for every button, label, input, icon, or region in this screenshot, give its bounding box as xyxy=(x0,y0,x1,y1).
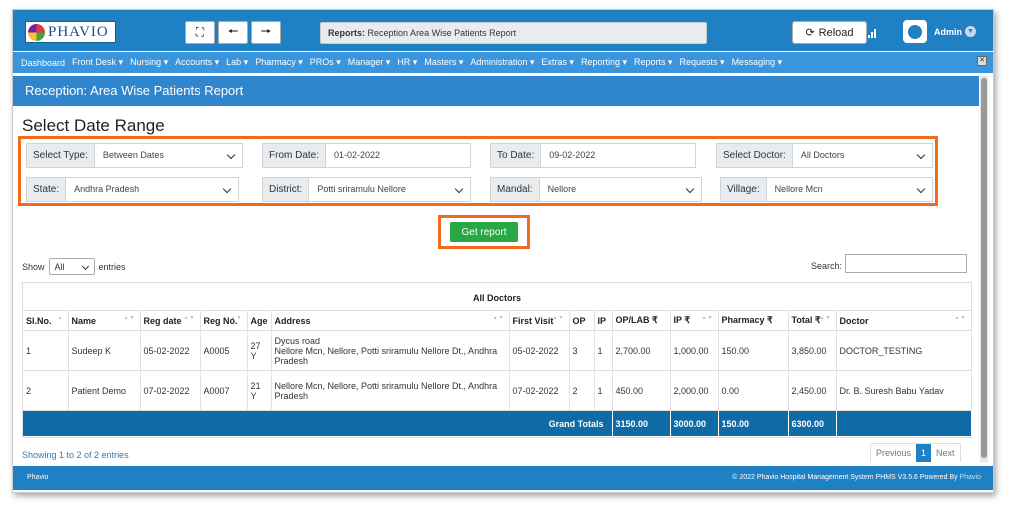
close-icon[interactable]: ✕ xyxy=(977,56,987,66)
col-ip[interactable]: IP xyxy=(594,311,613,331)
col-doctor[interactable]: Doctor ▲▼ xyxy=(836,311,972,331)
grand-totals-row: Grand Totals 3150.00 3000.00 150.00 6300… xyxy=(23,410,972,437)
village-group: Village: Nellore Mcn xyxy=(720,177,933,202)
logo-icon xyxy=(28,23,45,41)
refresh-icon: ⟳ xyxy=(805,27,815,39)
expand-icon: ⛶ xyxy=(195,25,205,39)
footer: Phavio © 2022 Phavio Hospital Management… xyxy=(13,466,993,490)
chevron-down-icon[interactable]: ▼ xyxy=(965,26,976,37)
menu-nursing[interactable]: Nursing ▾ xyxy=(130,57,168,68)
get-report-highlight: Get report xyxy=(438,215,530,249)
menu-messaging[interactable]: Messaging ▾ xyxy=(732,57,783,68)
report-table: All Doctors Sl.No. ▲ Name ▲▼ Reg date ▲▼ Re… xyxy=(22,282,972,438)
main-content: Select Date Range Select Type: Between Da… xyxy=(13,106,979,462)
col-total[interactable]: Total ₹ ▲▼ xyxy=(788,311,837,331)
entries-info: Showing 1 to 2 of 2 entries xyxy=(22,450,129,460)
col-address[interactable]: Address ▲▼ xyxy=(271,311,510,331)
page-1-button[interactable]: 1 xyxy=(916,444,932,462)
section-title: Select Date Range xyxy=(22,116,165,135)
phavio-logo[interactable]: PHAVIO xyxy=(25,21,116,43)
fullscreen-button[interactable]: ⛶ xyxy=(185,21,215,44)
filter-panel: Select Type: Between Dates From Date: 01-0… xyxy=(18,136,938,206)
state-group: State: Andhra Pradesh xyxy=(26,177,239,202)
table-row: 1 Sudeep K 05-02-2022 A0005 27 Y Dycus r… xyxy=(23,330,972,371)
avatar[interactable] xyxy=(903,20,927,43)
select-type-group: Select Type: Between Dates xyxy=(26,143,243,168)
table-header-row: Sl.No. ▲ Name ▲▼ Reg date ▲▼ Reg No. ▲▼ Age … xyxy=(23,311,972,331)
mandal-dropdown[interactable]: Nellore xyxy=(538,177,702,202)
menu-masters[interactable]: Masters ▾ xyxy=(424,57,463,68)
village-dropdown[interactable]: Nellore Mcn xyxy=(765,177,933,202)
menu-reports[interactable]: Reports ▾ xyxy=(634,57,673,68)
search-input[interactable] xyxy=(845,254,967,273)
table-caption: All Doctors xyxy=(23,283,971,311)
to-date-field[interactable]: 09-02-2022 xyxy=(540,143,696,168)
from-date-group: From Date: 01-02-2022 xyxy=(262,143,471,168)
table-row: 2 Patient Demo 07-02-2022 A0007 21 Y Nel… xyxy=(23,370,972,411)
col-reg-date[interactable]: Reg date ▲▼ xyxy=(140,311,201,331)
col-ip-amount[interactable]: IP ₹ ▲▼ xyxy=(670,311,719,331)
menu-administration[interactable]: Administration ▾ xyxy=(470,57,534,68)
col-op-lab[interactable]: OP/LAB ₹ xyxy=(612,311,671,331)
page-title: Reception: Area Wise Patients Report xyxy=(13,76,979,106)
menu-accounts[interactable]: Accounts ▾ xyxy=(175,57,219,68)
back-button[interactable]: 🠔 xyxy=(218,21,248,44)
pagination: Previous 1 Next xyxy=(870,443,961,462)
col-slno[interactable]: Sl.No. ▲ xyxy=(23,311,69,331)
footer-copyright: © 2022 Phavio Hospital Management System… xyxy=(732,474,981,481)
entries-dropdown[interactable]: All xyxy=(48,258,95,275)
search-label: Search: xyxy=(811,261,843,271)
col-name[interactable]: Name ▲▼ xyxy=(68,311,141,331)
footer-powered-link[interactable]: Phavio xyxy=(960,474,981,481)
menu-reporting[interactable]: Reporting ▾ xyxy=(581,57,627,68)
mandal-group: Mandal: Nellore xyxy=(490,177,702,202)
menu-dashboard[interactable]: Dashboard xyxy=(21,58,65,68)
col-pharmacy[interactable]: Pharmacy ₹ xyxy=(718,311,789,331)
entries-control: Show All entries xyxy=(22,258,126,275)
menu-hr[interactable]: HR ▾ xyxy=(397,57,417,68)
signal-icon xyxy=(868,26,882,38)
district-dropdown[interactable]: Potti sriramulu Nellore xyxy=(308,177,471,202)
get-report-button[interactable]: Get report xyxy=(450,222,518,242)
menu-requests[interactable]: Requests ▾ xyxy=(680,57,725,68)
reload-button[interactable]: ⟳ Reload xyxy=(792,21,867,44)
district-group: District: Potti sriramulu Nellore xyxy=(262,177,471,202)
doctor-group: Select Doctor: All Doctors xyxy=(716,143,933,168)
select-type-dropdown[interactable]: Between Dates xyxy=(93,143,243,168)
main-menu: Dashboard Front Desk ▾ Nursing ▾ Account… xyxy=(13,52,993,73)
user-icon xyxy=(908,24,922,39)
arrow-left-icon: 🠔 xyxy=(227,24,239,38)
from-date-field[interactable]: 01-02-2022 xyxy=(325,143,471,168)
doctor-dropdown[interactable]: All Doctors xyxy=(791,143,933,168)
logo-text: PHAVIO xyxy=(48,23,109,40)
user-name[interactable]: Admin xyxy=(934,27,962,37)
col-reg-no[interactable]: Reg No. ▲▼ xyxy=(200,311,248,331)
menu-manager[interactable]: Manager ▾ xyxy=(348,57,391,68)
scrollbar[interactable] xyxy=(980,76,988,462)
menu-extras[interactable]: Extras ▾ xyxy=(541,57,574,68)
state-dropdown[interactable]: Andhra Pradesh xyxy=(65,177,239,202)
forward-button[interactable]: 🠖 xyxy=(251,21,281,44)
footer-brand: Phavio xyxy=(27,474,49,481)
col-age[interactable]: Age xyxy=(247,311,272,331)
next-page-button[interactable]: Next xyxy=(931,444,960,462)
menu-lab[interactable]: Lab ▾ xyxy=(226,57,248,68)
menu-pharmacy[interactable]: Pharmacy ▾ xyxy=(255,57,303,68)
previous-page-button[interactable]: Previous xyxy=(871,444,916,462)
to-date-group: To Date: 09-02-2022 xyxy=(490,143,696,168)
col-first-visit[interactable]: First Visit ▲▼ xyxy=(509,311,570,331)
menu-front-desk[interactable]: Front Desk ▾ xyxy=(72,57,123,68)
app-window: PHAVIO ⛶ 🠔 🠖 Reports: Reception Area Wis… xyxy=(12,9,994,493)
menu-pros[interactable]: PROs ▾ xyxy=(310,57,341,68)
breadcrumb: Reports: Reception Area Wise Patients Re… xyxy=(320,22,707,44)
col-op[interactable]: OP xyxy=(569,311,595,331)
arrow-right-icon: 🠖 xyxy=(260,24,272,38)
top-bar: PHAVIO ⛶ 🠔 🠖 Reports: Reception Area Wis… xyxy=(13,10,993,51)
